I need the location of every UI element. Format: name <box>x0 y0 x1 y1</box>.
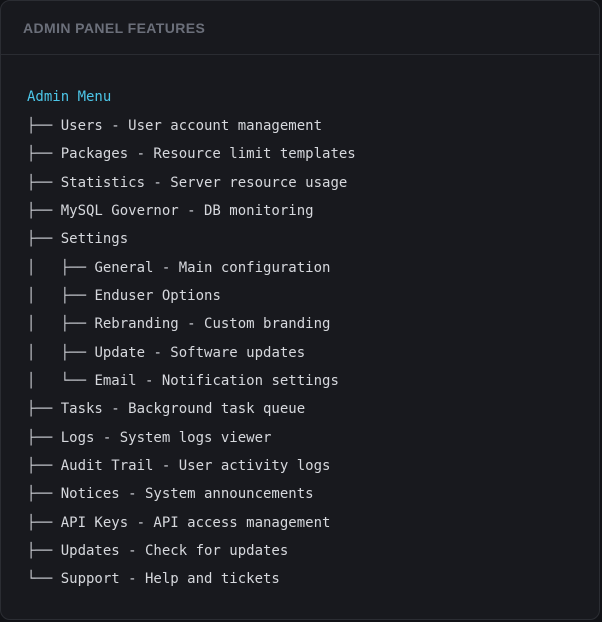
tree-branch-glyph: ├── <box>27 486 61 502</box>
tree-line: ├── Tasks - Background task queue <box>27 399 305 419</box>
tree-line: ├── Packages - Resource limit templates <box>27 144 356 164</box>
tree-line: │ ├── Rebranding - Custom branding <box>27 314 330 334</box>
tree-branch-glyph: ├── <box>27 543 61 559</box>
tree-branch-glyph: ├── <box>27 458 61 474</box>
tree-branch-glyph: │ ├── <box>27 345 95 361</box>
tree-branch-glyph: │ ├── <box>27 316 95 332</box>
tree-line-text: Update - Software updates <box>94 345 306 361</box>
tree-line: │ └── Email - Notification settings <box>27 371 339 391</box>
tree-line-text: MySQL Governor - DB monitoring <box>60 203 314 219</box>
tree-branch-glyph: ├── <box>27 231 61 247</box>
tree-line-text: Settings <box>60 231 129 247</box>
tree-line-text: Email - Notification settings <box>94 373 339 389</box>
tree-line-text: General - Main configuration <box>94 260 331 276</box>
tree-branch-glyph: ├── <box>27 118 61 134</box>
tree-branch-glyph: ├── <box>27 175 61 191</box>
tree-line: ├── Audit Trail - User activity logs <box>27 456 330 476</box>
tree-branch-glyph: ├── <box>27 430 61 446</box>
tree-line: ├── MySQL Governor - DB monitoring <box>27 201 314 221</box>
tree-line-text: Statistics - Server resource usage <box>60 175 348 191</box>
panel-title: ADMIN PANEL FEATURES <box>23 19 206 36</box>
tree-line-text: Enduser Options <box>94 288 221 304</box>
tree-branch-glyph: ├── <box>27 401 61 417</box>
tree-line-text: Audit Trail - User activity logs <box>60 458 331 474</box>
tree-line-text: Notices - System announcements <box>60 486 314 502</box>
tree-line: ├── API Keys - API access management <box>27 513 330 533</box>
tree-branch-glyph: └── <box>27 571 61 587</box>
tree-line: ├── Notices - System announcements <box>27 484 314 504</box>
tree-line: ├── Updates - Check for updates <box>27 541 288 561</box>
tree-line: │ ├── General - Main configuration <box>27 258 330 278</box>
tree-line: └── Support - Help and tickets <box>27 569 280 589</box>
tree-branch-glyph: ├── <box>27 203 61 219</box>
tree-branch-glyph: │ ├── <box>27 260 95 276</box>
tree-line-text: Logs - System logs viewer <box>60 430 272 446</box>
tree-line-text: Users - User account management <box>60 118 323 134</box>
tree-root-label: Admin Menu <box>27 89 112 105</box>
tree-line-text: Tasks - Background task queue <box>60 401 306 417</box>
tree-branch-glyph: ├── <box>27 515 61 531</box>
tree-line: ├── Users - User account management <box>27 116 322 136</box>
tree-line-text: API Keys - API access management <box>60 515 331 531</box>
tree-line: ├── Statistics - Server resource usage <box>27 173 347 193</box>
tree-branch-glyph: │ └── <box>27 373 95 389</box>
tree-line: ├── Settings <box>27 229 128 249</box>
tree-line-text: Rebranding - Custom branding <box>94 316 331 332</box>
tree-line-text: Updates - Check for updates <box>60 543 289 559</box>
tree-line: ├── Logs - System logs viewer <box>27 428 271 448</box>
tree-line-text: Packages - Resource limit templates <box>60 146 356 162</box>
tree-line-text: Support - Help and tickets <box>60 571 280 587</box>
panel-header: ADMIN PANEL FEATURES <box>1 1 599 55</box>
tree-line: │ ├── Enduser Options <box>27 286 221 306</box>
admin-panel-features-card: ADMIN PANEL FEATURES Admin Menu ├── User… <box>0 0 600 620</box>
tree-branch-glyph: │ ├── <box>27 288 95 304</box>
tree-branch-glyph: ├── <box>27 146 61 162</box>
menu-tree: Admin Menu ├── Users - User account mana… <box>1 55 599 587</box>
tree-line: │ ├── Update - Software updates <box>27 343 305 363</box>
